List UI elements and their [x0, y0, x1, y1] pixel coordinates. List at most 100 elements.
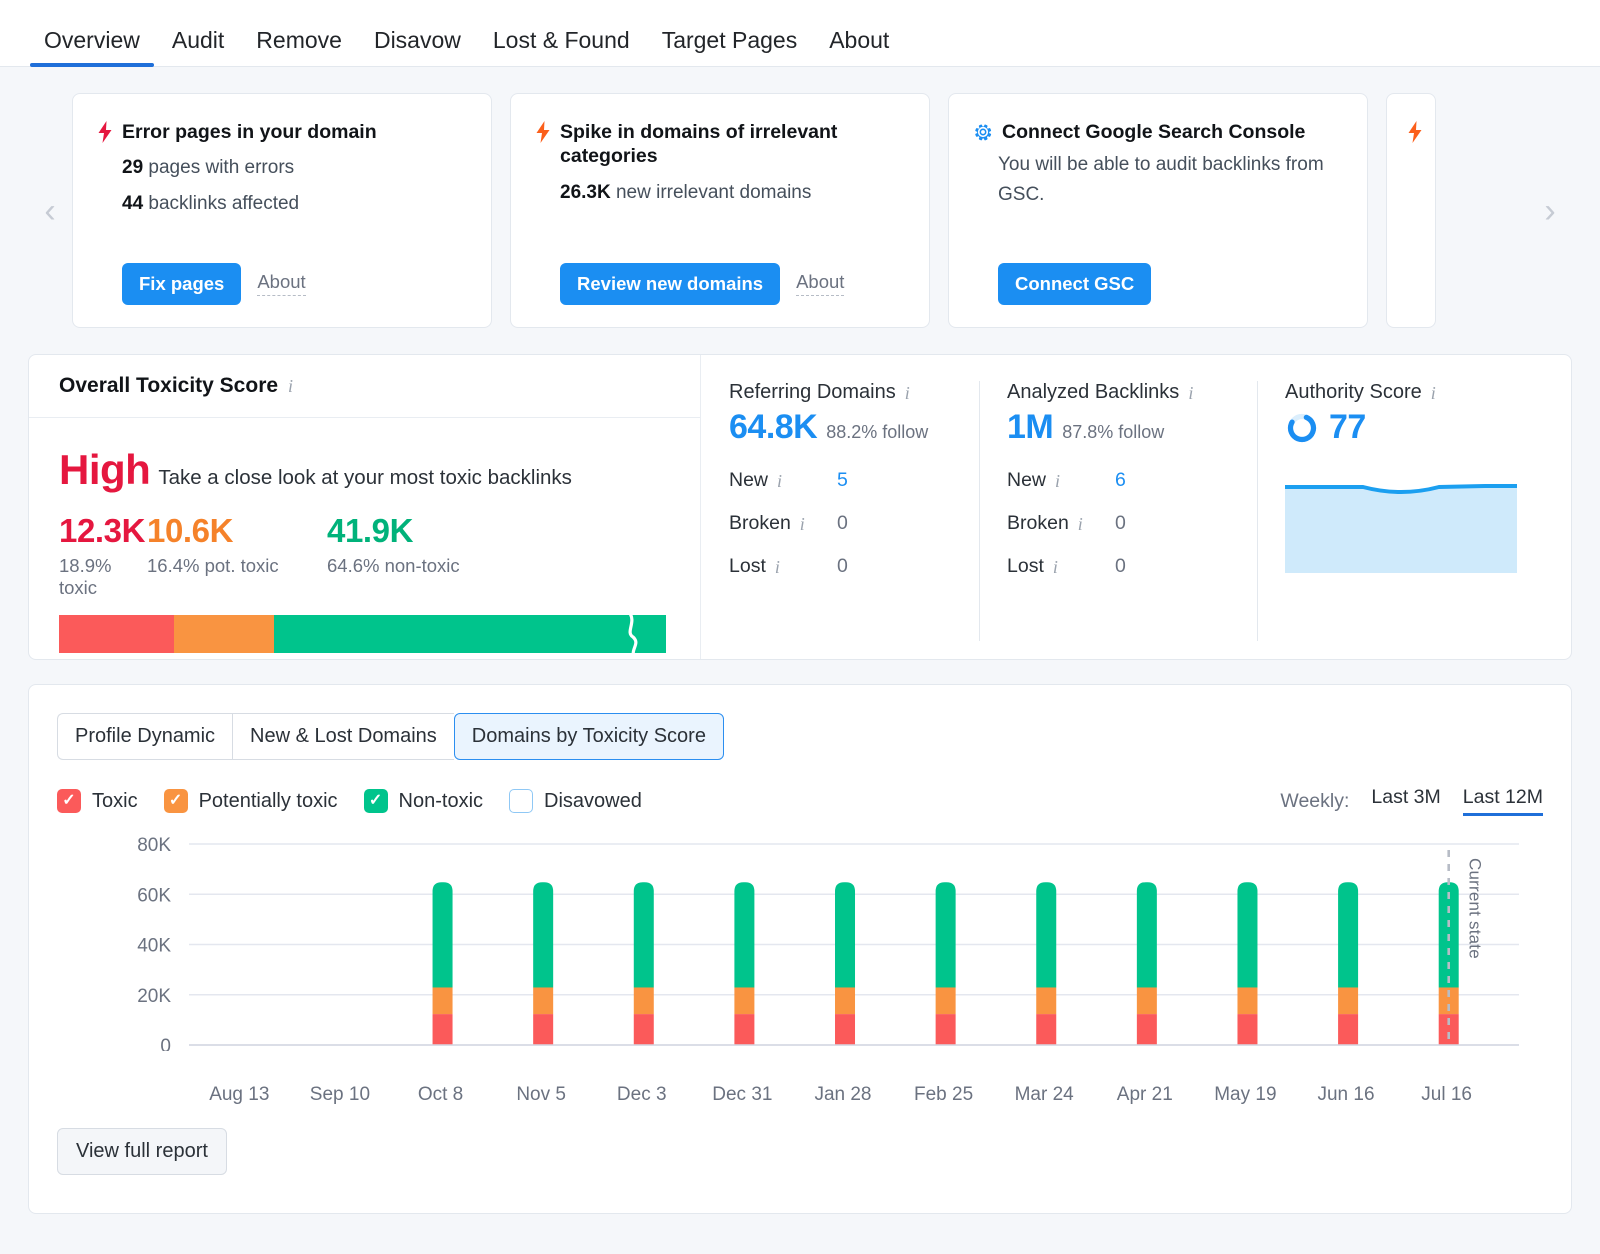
range-granularity-label: Weekly: [1280, 789, 1350, 812]
fix-pages-button[interactable]: Fix pages [122, 262, 242, 305]
page-title: Overall Toxicity Score [59, 374, 279, 397]
nav-tab-audit[interactable]: Audit [156, 29, 240, 66]
authority-score-metric: Authority Score i 77 [1257, 381, 1571, 659]
current-state-annotation: Current state [1465, 858, 1485, 959]
stacked-bar-chart[interactable]: 0 20K 40K 60K 80K [57, 836, 1537, 1051]
chart-legend: ✓ Toxic ✓ Potentially toxic ✓ Non-toxic … [57, 786, 1544, 816]
view-full-report-button[interactable]: View full report [57, 1128, 227, 1175]
info-icon[interactable]: i [800, 515, 805, 533]
row-value[interactable]: 6 [1115, 469, 1126, 492]
row-label-text: Broken [1007, 512, 1069, 534]
info-icon[interactable]: i [1055, 472, 1060, 490]
metric-row-new: New i 6 [1007, 459, 1229, 502]
bar-segment-potentially-toxic [173, 614, 274, 653]
domains-chart-panel: Profile Dynamic New & Lost Domains Domai… [28, 684, 1572, 1214]
about-link[interactable]: About [257, 271, 306, 297]
checkbox-unchecked-icon[interactable] [509, 789, 534, 813]
tab-profile-dynamic[interactable]: Profile Dynamic [57, 713, 233, 760]
authority-score-value: 77 [1329, 408, 1366, 446]
svg-text:20K: 20K [137, 986, 171, 1007]
legend-toggle-toxic[interactable]: ✓ Toxic [57, 789, 138, 813]
notification-card-connect-gsc[interactable]: Connect Google Search Console You will b… [948, 93, 1368, 328]
referring-domains-metric: Referring Domains i 64.8K 88.2% follow N… [701, 381, 979, 659]
primary-navigation: Overview Audit Remove Disavow Lost & Fou… [0, 0, 1600, 67]
legend-toggle-disavowed[interactable]: Disavowed [509, 789, 642, 813]
carousel-prev-icon[interactable]: ‹ [28, 93, 72, 328]
x-axis-tick-label: May 19 [1214, 1084, 1277, 1105]
toxicity-card-body: High Take a close look at your most toxi… [29, 418, 700, 653]
info-icon[interactable]: i [777, 472, 782, 490]
metric-rows: New i 6 Broken i 0 Lost i 0 [1007, 459, 1229, 588]
metric-title-text: Referring Domains [729, 381, 896, 403]
nav-tab-disavow[interactable]: Disavow [358, 29, 477, 66]
row-label: Broken i [1007, 512, 1115, 535]
checkbox-checked-icon[interactable]: ✓ [57, 789, 81, 813]
card-description: You will be able to audit backlinks from… [998, 154, 1324, 205]
review-new-domains-button[interactable]: Review new domains [560, 262, 781, 305]
bolt-icon [1408, 121, 1422, 143]
metric-label: 18.9% toxic [59, 554, 112, 598]
legend-label: Toxic [92, 789, 138, 812]
authority-score-sparkline [1285, 484, 1517, 573]
notification-card-next-peek[interactable] [1386, 93, 1436, 328]
connect-gsc-button[interactable]: Connect GSC [998, 262, 1152, 305]
info-icon[interactable]: i [1078, 515, 1083, 533]
metric-row-broken: Broken i 0 [1007, 502, 1229, 545]
card-header [1407, 120, 1422, 143]
checkbox-checked-icon[interactable]: ✓ [363, 789, 388, 813]
notification-card-error-pages[interactable]: Error pages in your domain 29 pages with… [72, 93, 492, 328]
info-icon[interactable]: i [1431, 384, 1436, 402]
metric-value: 12.3K [59, 512, 146, 549]
metric-value: 41.9K [327, 512, 414, 549]
metric-row-new: New i 5 [729, 459, 951, 502]
nav-tab-about[interactable]: About [813, 29, 905, 66]
card-actions: Connect GSC [998, 262, 1343, 305]
nav-tab-remove[interactable]: Remove [240, 29, 358, 66]
x-axis-tick-label: Jul 16 [1421, 1084, 1472, 1105]
metric-row-broken: Broken i 0 [729, 502, 951, 545]
carousel-next-icon[interactable]: › [1528, 93, 1572, 328]
x-axis-tick-label: Sep 10 [309, 1084, 371, 1105]
stat-label: pages with errors [148, 157, 295, 179]
range-option-last-12m[interactable]: Last 12M [1462, 786, 1544, 816]
nav-tab-target-pages[interactable]: Target Pages [646, 29, 814, 66]
toxicity-distribution-bar [59, 614, 667, 653]
legend-toggle-non-toxic[interactable]: ✓ Non-toxic [363, 789, 483, 813]
card-header: Spike in domains of irrelevant categorie… [535, 120, 905, 169]
row-label-text: New [1007, 469, 1047, 491]
nav-tab-lost-and-found[interactable]: Lost & Found [477, 29, 646, 66]
info-icon[interactable]: i [1188, 384, 1193, 402]
tab-domains-by-toxicity-score[interactable]: Domains by Toxicity Score [453, 713, 724, 760]
toxicity-verdict: High Take a close look at your most toxi… [59, 446, 670, 494]
info-icon[interactable]: i [288, 377, 293, 395]
row-label-text: Broken [729, 512, 791, 534]
range-option-last-3m[interactable]: Last 3M [1371, 786, 1440, 816]
card-stat-line: 44 backlinks affected [122, 186, 467, 222]
info-icon[interactable]: i [1053, 558, 1058, 576]
chart-plot-area: 0 20K 40K 60K 80K Current state [57, 836, 1543, 1076]
info-icon[interactable]: i [905, 384, 910, 402]
toxicity-metric-potentially-toxic: 10.6K 16.4% pot. toxic [147, 512, 327, 599]
x-axis-tick-label: Jan 28 [814, 1084, 872, 1105]
svg-text:40K: 40K [137, 936, 171, 957]
info-icon[interactable]: i [775, 558, 780, 576]
chart-x-axis: Aug 13 Sep 10 Oct 8 Nov 5 Dec 3 Dec 31 Jan 28 F… [189, 1084, 1497, 1106]
nav-tab-overview[interactable]: Overview [28, 29, 156, 67]
row-value[interactable]: 5 [837, 469, 848, 492]
row-value: 0 [837, 555, 848, 577]
about-link[interactable]: About [796, 271, 845, 297]
toxicity-card-header: Overall Toxicity Score i [29, 355, 700, 418]
x-axis-tick-label: Aug 13 [209, 1084, 270, 1105]
metric-rows: New i 5 Broken i 0 Lost i 0 [729, 459, 951, 588]
x-axis-tick-label: Oct 8 [417, 1084, 464, 1105]
chart-range-control: Weekly: Last 3M Last 12M [1280, 786, 1544, 816]
row-label: New i [729, 469, 837, 492]
checkbox-checked-icon[interactable]: ✓ [163, 789, 188, 813]
notification-card-irrelevant-domains[interactable]: Spike in domains of irrelevant categorie… [510, 93, 930, 328]
legend-toggle-potentially-toxic[interactable]: ✓ Potentially toxic [163, 789, 338, 813]
metric-title: Analyzed Backlinks i [1007, 381, 1229, 404]
toxicity-breakdown: 12.3K 18.9% toxic 10.6K 16.4% pot. toxic… [59, 512, 670, 599]
card-actions: Fix pages About [122, 262, 467, 305]
card-stats: 29 pages with errors 44 backlinks affect… [122, 150, 467, 222]
tab-new-and-lost-domains[interactable]: New & Lost Domains [232, 713, 454, 760]
